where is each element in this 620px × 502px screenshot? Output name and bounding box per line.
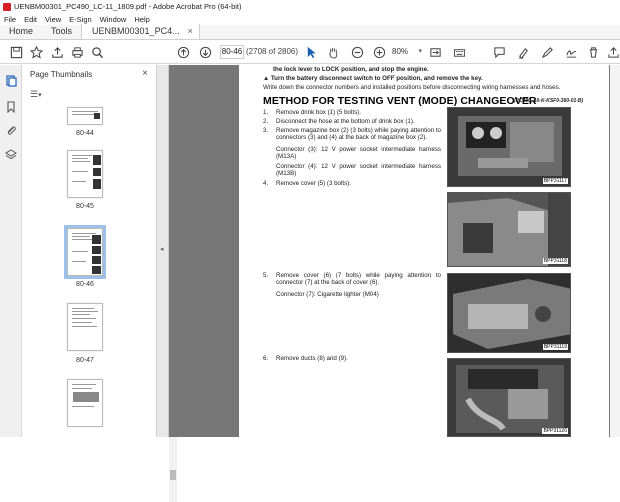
sign-icon[interactable] — [564, 45, 578, 59]
photo-cover: BPP31118 — [447, 192, 571, 267]
step-text: Remove ducts (8) and (9). — [276, 355, 348, 362]
highlight-pen-icon[interactable] — [516, 45, 530, 59]
thumbnail-label: 80-46 — [76, 281, 94, 288]
step-number: 1. — [263, 109, 269, 116]
print-icon[interactable] — [70, 45, 84, 59]
thumbnail-label: 80-45 — [76, 203, 94, 210]
photo-tag: BPP31119 — [542, 344, 568, 350]
page-thumbnails-panel: Page Thumbnails × ☰▾ 80-44 80-45 80-46 8… — [22, 65, 177, 502]
thumbnail-80-45[interactable] — [67, 150, 103, 198]
upload-icon[interactable] — [50, 45, 64, 59]
connector-note: Connector (3): 12 V power socket interme… — [276, 146, 441, 161]
step-text: Remove drink box (1) (5 bolts). — [276, 109, 361, 116]
panel-splitter[interactable]: ◂ — [157, 65, 169, 437]
zoom-level-select[interactable]: 80% ▾ — [392, 45, 422, 59]
chevron-down-icon: ▾ — [38, 92, 42, 99]
comment-icon[interactable] — [492, 45, 506, 59]
draw-icon[interactable] — [540, 45, 554, 59]
tab-bar: Home Tools UENBM00301_PC4... × — [0, 24, 620, 40]
hand-tool-icon[interactable] — [326, 45, 340, 59]
thumbnail-80-44[interactable] — [67, 107, 103, 125]
step-text: Remove cover (5) (3 bolts). — [276, 180, 351, 187]
panel-close-icon[interactable]: × — [142, 68, 148, 79]
section-code: (PC490_10-K-KSF0-360-01-B) — [514, 98, 584, 104]
zoom-out-icon[interactable] — [350, 45, 364, 59]
menu-edit[interactable]: Edit — [24, 15, 37, 24]
toolbar: 80-46 (2708 of 2806) 80% ▾ — [0, 40, 620, 64]
page-thumbnails-icon[interactable] — [5, 75, 17, 87]
photo-tag: BPP31118 — [542, 258, 568, 264]
step-number: 2. — [263, 118, 269, 125]
zoom-in-icon[interactable] — [372, 45, 386, 59]
step-text: Remove magazine box (2) (3 bolts) while … — [276, 127, 441, 142]
menu-window[interactable]: Window — [100, 15, 127, 24]
collapse-panel-icon[interactable]: ◂ — [160, 245, 164, 253]
previous-page-icon[interactable] — [176, 45, 190, 59]
layers-icon[interactable] — [5, 149, 17, 161]
menu-help[interactable]: Help — [134, 15, 149, 24]
zoom-level-value: 80% — [392, 47, 409, 56]
keyboard-scroll-icon[interactable] — [452, 45, 466, 59]
step-number: 6. — [263, 355, 269, 362]
photo-drink-box: BPP31117 — [447, 107, 571, 187]
thumbnail-80-48[interactable] — [67, 379, 103, 427]
photo-tag: BPP31117 — [542, 178, 568, 184]
thumbnail-80-46[interactable] — [64, 225, 106, 279]
fit-page-icon[interactable] — [428, 45, 442, 59]
step-number: 4. — [263, 180, 269, 187]
connector-note: Connector (7): Cigarette lighter (M04) — [276, 291, 379, 298]
tab-close-icon[interactable]: × — [188, 24, 193, 39]
window-title: UENBM00301_PC490_LC-11_1809.pdf - Adobe … — [14, 2, 242, 11]
next-page-icon[interactable] — [198, 45, 212, 59]
photo-tag: BPP31120 — [542, 428, 568, 434]
thumbnail-label: 80-47 — [76, 357, 94, 364]
tab-document-label: UENBM00301_PC4... — [92, 26, 180, 36]
acrobat-logo-icon — [3, 2, 11, 11]
page-count: (2708 of 2806) — [246, 47, 299, 56]
warning-icon: ▲ — [263, 75, 270, 82]
chevron-down-icon: ▾ — [418, 48, 422, 55]
panel-scrollbar-thumb[interactable] — [170, 470, 176, 480]
warning-line: ▲ Turn the battery disconnect switch to … — [263, 75, 483, 82]
title-bar: UENBM00301_PC490_LC-11_1809.pdf - Adobe … — [0, 0, 620, 13]
share-icon[interactable] — [606, 45, 620, 59]
bookmark-star-icon[interactable] — [29, 45, 43, 59]
step-text: Remove cover (6) (7 bolts) while paying … — [276, 272, 441, 287]
pdf-page: the lock lever to LOCK position, and sto… — [239, 65, 609, 437]
thumbnail-80-47[interactable] — [67, 303, 103, 351]
step-number: 3. — [263, 127, 269, 134]
document-scrollbar[interactable] — [610, 65, 620, 437]
thumbnail-label: 80-44 — [76, 130, 94, 137]
tab-tools[interactable]: Tools — [42, 24, 81, 39]
warning-text: Turn the battery disconnect switch to OF… — [270, 75, 483, 82]
menu-file[interactable]: File — [4, 15, 16, 24]
bookmarks-icon[interactable] — [5, 101, 17, 114]
menu-view[interactable]: View — [45, 15, 61, 24]
options-list-icon: ☰ — [30, 89, 39, 99]
tab-document[interactable]: UENBM00301_PC4... × — [81, 24, 200, 39]
save-icon[interactable] — [9, 45, 23, 59]
intro-line-3: Write down the connector numbers and ins… — [263, 84, 561, 91]
step-text: Disconnect the hose at the bottom of dri… — [276, 118, 415, 125]
thumbnail-options-button[interactable]: ☰▾ — [30, 89, 54, 101]
section-heading: METHOD FOR TESTING VENT (MODE) CHANGEOVE… — [263, 95, 537, 107]
intro-line-1: the lock lever to LOCK position, and sto… — [273, 66, 429, 73]
panel-title: Page Thumbnails — [30, 70, 93, 79]
delete-icon[interactable] — [586, 45, 600, 59]
connector-note: Connector (4): 12 V power socket interme… — [276, 163, 441, 178]
attachments-icon[interactable] — [5, 125, 17, 137]
page-number-input[interactable]: 80-46 — [220, 45, 244, 59]
photo-cover-connector: BPP31119 — [447, 273, 571, 353]
left-navigation-rail — [0, 65, 22, 437]
step-number: 5. — [263, 272, 269, 279]
select-cursor-icon[interactable] — [304, 45, 318, 59]
document-viewport[interactable]: the lock lever to LOCK position, and sto… — [169, 65, 620, 437]
tab-home[interactable]: Home — [0, 24, 42, 39]
search-icon[interactable] — [90, 45, 104, 59]
photo-ducts: BPP31120 — [447, 358, 571, 437]
menu-esign[interactable]: E-Sign — [69, 15, 92, 24]
